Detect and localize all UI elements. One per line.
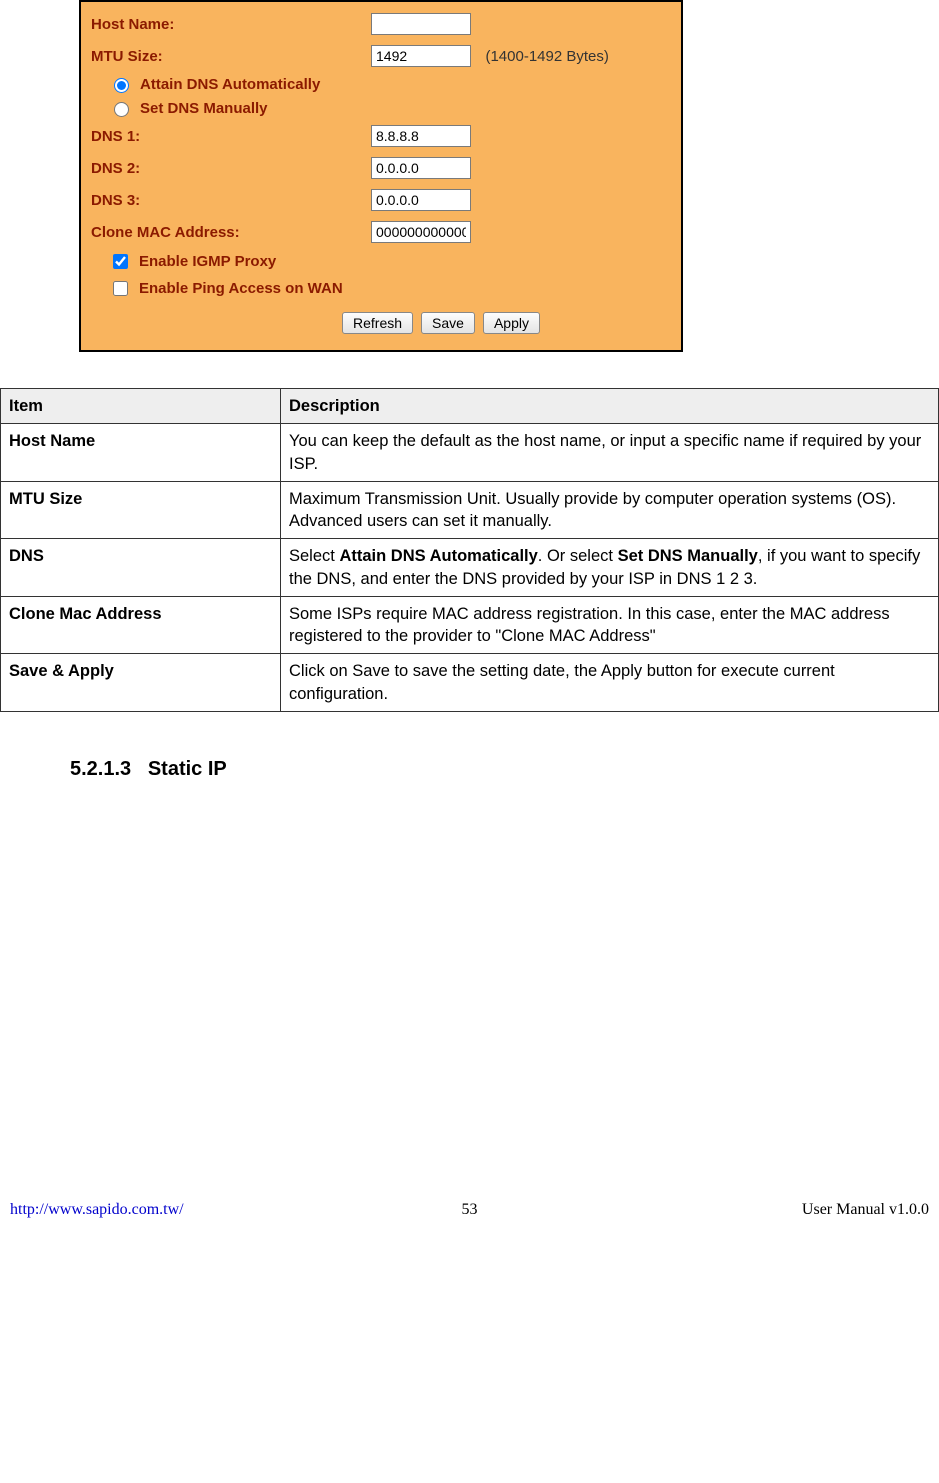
dns2-label: DNS 2:	[91, 160, 371, 177]
attain-dns-auto-radio[interactable]	[114, 78, 129, 93]
description-table: Item Description Host Name You can keep …	[0, 388, 939, 712]
footer-page: 53	[462, 1201, 478, 1219]
save-button[interactable]: Save	[421, 312, 475, 334]
table-row: Host Name You can keep the default as th…	[1, 424, 939, 482]
table-row: DNS Select Attain DNS Automatically. Or …	[1, 539, 939, 597]
dns1-input[interactable]	[371, 125, 471, 147]
dns3-input[interactable]	[371, 189, 471, 211]
table-row: Clone Mac Address Some ISPs require MAC …	[1, 596, 939, 654]
set-dns-manual-label: Set DNS Manually	[140, 100, 268, 117]
set-dns-manual-radio[interactable]	[114, 102, 129, 117]
enable-ping-wan-label: Enable Ping Access on WAN	[139, 280, 343, 297]
enable-ping-wan-checkbox[interactable]	[113, 281, 128, 296]
dns2-input[interactable]	[371, 157, 471, 179]
mtu-hint: (1400-1492 Bytes)	[485, 48, 608, 65]
host-name-input[interactable]	[371, 13, 471, 35]
clone-mac-label: Clone MAC Address:	[91, 224, 371, 241]
enable-igmp-checkbox[interactable]	[113, 254, 128, 269]
mtu-size-label: MTU Size:	[91, 48, 371, 65]
footer-version: User Manual v1.0.0	[802, 1201, 929, 1219]
apply-button[interactable]: Apply	[483, 312, 540, 334]
refresh-button[interactable]: Refresh	[342, 312, 413, 334]
mtu-size-input[interactable]	[371, 45, 471, 67]
clone-mac-input[interactable]	[371, 221, 471, 243]
enable-igmp-label: Enable IGMP Proxy	[139, 253, 276, 270]
host-name-label: Host Name:	[91, 16, 371, 33]
table-header-desc: Description	[281, 389, 939, 424]
router-config-form: Host Name: MTU Size: (1400-1492 Bytes) A…	[79, 0, 683, 352]
table-header-item: Item	[1, 389, 281, 424]
footer-url: http://www.sapido.com.tw/	[10, 1201, 184, 1219]
attain-dns-auto-label: Attain DNS Automatically	[140, 76, 320, 93]
dns3-label: DNS 3:	[91, 192, 371, 209]
table-row: MTU Size Maximum Transmission Unit. Usua…	[1, 481, 939, 539]
page-footer: http://www.sapido.com.tw/ 53 User Manual…	[0, 1201, 939, 1229]
table-row: Save & Apply Click on Save to save the s…	[1, 654, 939, 712]
dns1-label: DNS 1:	[91, 128, 371, 145]
section-heading: 5.2.1.3 Static IP	[70, 758, 939, 781]
